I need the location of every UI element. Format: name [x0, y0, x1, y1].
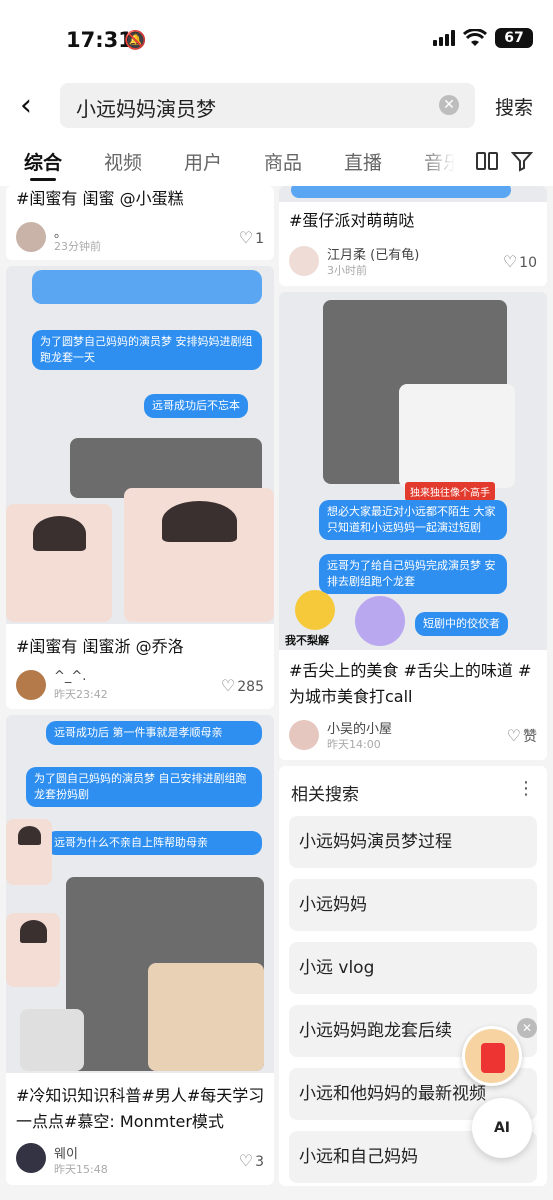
baby-photo [6, 504, 112, 622]
baby-photo [6, 819, 52, 885]
heart-icon: ♡ [502, 252, 518, 271]
chat-bubble [32, 270, 262, 304]
tab-products[interactable]: 商品 [264, 148, 302, 175]
related-item[interactable]: 小远妈妈 [289, 879, 537, 931]
chat-bubble: 想必大家最近对小远都不陌生 大家只知道和小远妈妈一起演过短剧 [319, 500, 507, 540]
post-time: 昨天23:42 [54, 688, 108, 701]
search-query[interactable]: 小远妈妈演员梦 [76, 93, 216, 122]
like-number: 赞 [523, 729, 537, 745]
avatar[interactable] [16, 1143, 46, 1173]
wifi-icon [463, 29, 487, 46]
card-thumbnail[interactable]: 为了圆梦自己妈妈的演员梦 安排妈妈进剧组跑龙套一天 远哥成功后不忘本 [6, 266, 274, 624]
status-time: 17:31 [66, 28, 133, 52]
card-thumbnail[interactable]: 独来独往像个高手 想必大家最近对小远都不陌生 大家只知道和小远妈妈一起演过短剧 … [279, 292, 547, 650]
avatar[interactable] [16, 670, 46, 700]
card-thumbnail[interactable] [279, 186, 547, 202]
heart-icon: ♡ [238, 228, 254, 247]
red-packet-icon[interactable] [462, 1026, 522, 1086]
cat-photo [20, 1009, 84, 1071]
result-card[interactable]: 远哥成功后 第一件事就是孝顺母亲 为了圆自己妈妈的演员梦 自己安排进剧组跑龙套扮… [6, 715, 274, 1185]
filter-icon[interactable] [511, 150, 533, 172]
heart-icon: ♡ [238, 1151, 254, 1170]
result-card[interactable]: #闺蜜有 闺蜜 @小蛋糕 。 23分钟前 ♡ 1 [6, 186, 274, 260]
chat-bubble: 远哥成功后 第一件事就是孝顺母亲 [46, 721, 262, 745]
status-bar: 17:31 🔕 67 [0, 0, 553, 80]
related-item[interactable]: 小远妈妈演员梦过程 [289, 816, 537, 868]
tab-comprehensive[interactable]: 综合 [24, 148, 62, 175]
heart-icon: ♡ [220, 676, 236, 695]
search-header: ‹ 小远妈妈演员梦 ✕ 搜索 [0, 80, 553, 134]
chat-bubble [291, 186, 511, 198]
card-title: #舌尖上的美食 #舌尖上的味道 #为城市美食打call [289, 661, 532, 706]
baby-photo [6, 913, 60, 987]
back-arrow-icon[interactable]: ‹ [20, 90, 50, 124]
card-title: #闺蜜有 闺蜜 @小蛋糕 [16, 189, 184, 208]
tab-fade [420, 134, 470, 186]
like-count[interactable]: ♡ 赞 [507, 726, 537, 746]
status-icons: 67 [433, 28, 533, 48]
post-time: 昨天14:00 [327, 738, 381, 751]
card-title: #冷知识知识科普#男人#每天学习一点点#慕空: Monmter模式 [16, 1086, 265, 1131]
layout-toggle-icon[interactable] [476, 152, 498, 170]
result-card[interactable]: 独来独往像个高手 想必大家最近对小远都不陌生 大家只知道和小远妈妈一起演过短剧 … [279, 292, 547, 760]
like-count[interactable]: ♡ 10 [503, 252, 537, 271]
result-card[interactable]: 为了圆梦自己妈妈的演员梦 安排妈妈进剧组跑龙套一天 远哥成功后不忘本 #闺蜜有 … [6, 266, 274, 709]
tab-underline [30, 178, 56, 181]
related-item[interactable]: 小远 vlog [289, 942, 537, 994]
author-name[interactable]: ^_^. [54, 669, 86, 684]
baby-photo [124, 488, 274, 622]
duck-sticker [295, 590, 335, 630]
like-count[interactable]: ♡ 3 [239, 1151, 264, 1170]
sticker-caption: 我不梨解 [285, 634, 329, 647]
card-title: #蛋仔派对萌萌哒 [289, 211, 415, 230]
chat-bubble: 远哥为了给自己妈妈完成演员梦 安排去剧组跑个龙套 [319, 554, 507, 594]
like-number: 3 [255, 1154, 264, 1170]
search-input[interactable]: 小远妈妈演员梦 ✕ [60, 83, 475, 128]
battery-indicator: 67 [495, 28, 533, 48]
author-name[interactable]: 小吴的小屋 [327, 718, 392, 737]
tab-video[interactable]: 视频 [104, 148, 142, 175]
mute-bell-icon: 🔕 [124, 30, 147, 51]
result-card[interactable]: #蛋仔派对萌萌哒 江月柔 (已有龟) 3小时前 ♡ 10 [279, 186, 547, 286]
like-number: 285 [237, 679, 264, 695]
avatar[interactable] [289, 720, 319, 750]
ai-label: AI [493, 1120, 511, 1136]
card-thumbnail[interactable]: 远哥成功后 第一件事就是孝顺母亲 为了圆自己妈妈的演员梦 自己安排进剧组跑龙套扮… [6, 715, 274, 1073]
bunny-sticker [399, 384, 515, 488]
author-name[interactable]: 웨이 [54, 1143, 78, 1162]
tab-live[interactable]: 直播 [344, 148, 382, 175]
more-options-icon[interactable]: ⋮ [517, 778, 535, 799]
like-number: 1 [255, 231, 264, 247]
author-name[interactable]: 江月柔 (已有龟) [327, 244, 419, 263]
signal-icon [433, 30, 455, 46]
related-title: 相关搜索 [291, 785, 359, 805]
tab-bar: 综合 视频 用户 商品 直播 音乐 [0, 134, 553, 186]
post-time: 23分钟前 [54, 240, 101, 253]
chat-bubble: 为了圆自己妈妈的演员梦 自己安排进剧组跑龙套扮妈剧 [26, 767, 262, 807]
sticker-caption: 独来独往像个高手 [405, 482, 495, 501]
post-time: 3小时前 [327, 264, 367, 277]
like-number: 10 [519, 255, 537, 271]
search-button[interactable]: 搜索 [495, 93, 533, 120]
avatar[interactable] [289, 246, 319, 276]
ai-assistant-button[interactable]: AI [472, 1098, 532, 1158]
chat-bubble: 为了圆梦自己妈妈的演员梦 安排妈妈进剧组跑龙套一天 [32, 330, 262, 370]
chat-bubble: 远哥为什么不亲自上阵帮助母亲 [46, 831, 262, 855]
avatar[interactable] [16, 222, 46, 252]
like-count[interactable]: ♡ 1 [239, 228, 264, 247]
chat-bubble: 远哥成功后不忘本 [144, 394, 248, 418]
like-count[interactable]: ♡ 285 [221, 676, 264, 695]
card-title: #闺蜜有 闺蜜浙 @乔洛 [16, 637, 184, 656]
post-time: 昨天15:48 [54, 1163, 108, 1176]
cat-photo [148, 963, 264, 1071]
heart-icon: ♡ [506, 726, 521, 745]
tab-users[interactable]: 用户 [184, 148, 222, 175]
clear-icon[interactable]: ✕ [439, 95, 459, 115]
smiley-sticker [355, 596, 405, 646]
chat-bubble: 短剧中的佼佼者 [415, 612, 508, 636]
close-icon[interactable]: ✕ [517, 1018, 537, 1038]
